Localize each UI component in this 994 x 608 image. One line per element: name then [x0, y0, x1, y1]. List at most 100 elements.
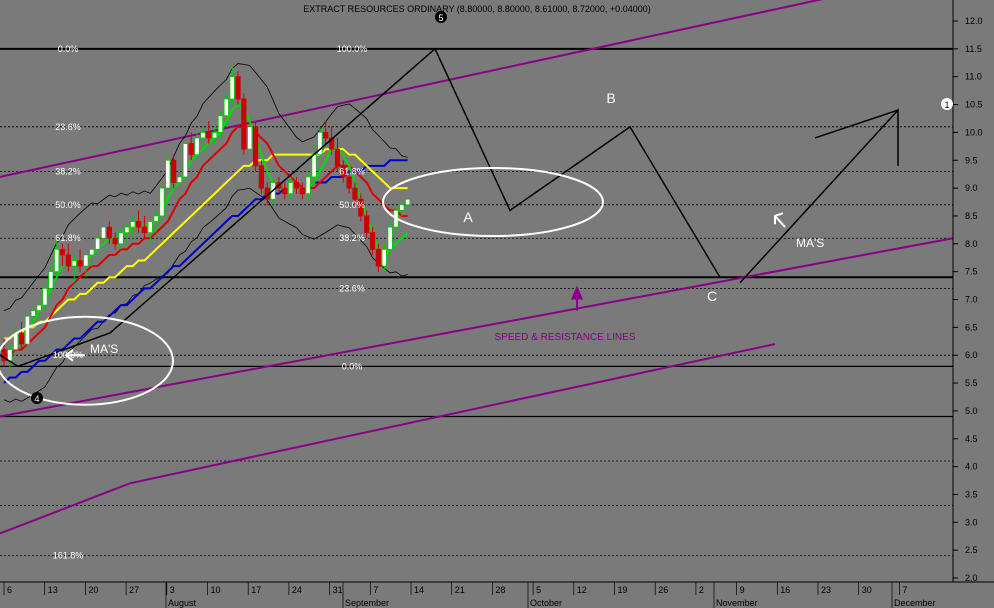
candle-body: [112, 237, 118, 245]
candle-body: [77, 260, 83, 267]
month-label: September: [345, 598, 389, 608]
y-tick-label: 4.0: [965, 462, 978, 472]
y-tick-label: 8.5: [965, 211, 978, 221]
fib-mid-label: 38.2%: [339, 233, 365, 243]
candle-body: [311, 154, 317, 178]
candle-body: [352, 187, 358, 200]
y-tick-label: 3.5: [965, 489, 978, 499]
fib-left-label: 23.6%: [55, 122, 81, 132]
fib-left-label: 161.8%: [53, 551, 84, 561]
y-tick-label: 9.5: [965, 155, 978, 165]
month-label: August: [168, 598, 197, 608]
x-tick-label: 12: [577, 585, 587, 595]
y-tick-label: 4.5: [965, 434, 978, 444]
candle-body: [18, 332, 25, 345]
x-tick-label: 3: [170, 585, 175, 595]
candle-body: [124, 226, 130, 234]
candle-body: [399, 204, 405, 211]
y-tick-label: 8.0: [965, 239, 978, 249]
price-chart: 0.0%23.6%38.2%50.0%61.8%100.0%161.8%100.…: [0, 0, 994, 608]
x-tick-label: 30: [862, 585, 872, 595]
y-tick-label: 11.5: [965, 44, 982, 54]
candle-body: [176, 176, 183, 183]
point-c-label: C: [707, 288, 717, 304]
y-tick-label: 10.0: [965, 127, 983, 137]
y-tick-label: 6.5: [965, 322, 978, 332]
candle-body: [217, 115, 224, 133]
candle-body: [48, 271, 54, 289]
candle-body: [194, 137, 200, 156]
svg-text:1: 1: [944, 100, 949, 110]
candle-body: [346, 176, 352, 189]
mas-left-label: MA'S: [90, 342, 118, 356]
candle-body: [206, 131, 212, 139]
candle-body: [36, 304, 42, 312]
candle-body: [141, 226, 147, 234]
y-tick-label: 5.5: [965, 378, 978, 388]
x-tick-label: 27: [129, 585, 139, 595]
svg-text:5: 5: [438, 13, 443, 23]
chart-title: EXTRACT RESOURCES ORDINARY (8.80000, 8.8…: [303, 4, 650, 14]
candle-body: [252, 126, 259, 167]
x-tick-label: 13: [48, 585, 58, 595]
candle-body: [387, 226, 393, 250]
fib-left-label: 100.0%: [53, 350, 84, 360]
y-tick-label: 9.0: [965, 183, 978, 193]
candle-body: [30, 310, 36, 317]
candle-body: [118, 232, 124, 245]
chart-background: [0, 0, 994, 608]
x-tick-label: 2: [699, 585, 704, 595]
candle-body: [171, 159, 177, 183]
fib-left-label: 50.0%: [55, 200, 81, 210]
y-tick-label: 7.0: [965, 295, 978, 305]
y-tick-label: 10.5: [965, 100, 983, 110]
fib-mid-label: 100.0%: [337, 44, 368, 54]
candle-body: [247, 126, 253, 150]
month-label: December: [894, 598, 936, 608]
point-b-label: B: [606, 90, 615, 106]
candle-body: [153, 215, 159, 222]
candle-body: [42, 287, 48, 306]
svg-text:4: 4: [34, 394, 39, 404]
y-tick-label: 6.0: [965, 350, 978, 360]
candle-body: [305, 176, 311, 195]
x-tick-label: 21: [455, 585, 465, 595]
candle-body: [95, 237, 101, 250]
candle-body: [106, 226, 112, 239]
candle-body: [369, 232, 376, 250]
y-tick-label: 12.0: [965, 16, 983, 26]
candle-body: [59, 248, 66, 256]
speed-lines-label: SPEED & RESISTANCE LINES: [495, 332, 636, 343]
candle-body: [100, 226, 107, 239]
y-tick-label: 5.0: [965, 406, 978, 416]
x-tick-label: 17: [251, 585, 261, 595]
candle-body: [323, 131, 329, 139]
candle-body: [223, 98, 229, 117]
y-tick-label: 7.5: [965, 267, 978, 277]
candle-body: [241, 98, 247, 150]
candle-body: [235, 76, 241, 100]
candle-body: [405, 198, 411, 206]
mas-right-label: MA'S: [796, 236, 824, 250]
candle-body: [375, 248, 382, 267]
fib-left-label: 61.8%: [55, 233, 81, 243]
x-tick-label: 20: [88, 585, 98, 595]
candle-body: [147, 221, 153, 234]
candle-body: [188, 143, 194, 156]
candle-body: [381, 248, 387, 267]
candle-body: [130, 221, 136, 228]
x-tick-label: 23: [821, 585, 831, 595]
candle-body: [200, 131, 206, 139]
candle-body: [211, 131, 218, 139]
candle-body: [71, 260, 77, 267]
candle-body: [65, 254, 71, 267]
candle-body: [83, 254, 89, 267]
y-tick-label: 11.0: [965, 72, 982, 82]
candle-body: [282, 187, 288, 195]
x-tick-label: 16: [780, 585, 790, 595]
x-tick-label: 14: [414, 585, 424, 595]
x-tick-label: 7: [902, 585, 907, 595]
candle-body: [165, 159, 171, 189]
y-tick-label: 2.5: [965, 545, 978, 555]
candle-body: [364, 215, 370, 234]
